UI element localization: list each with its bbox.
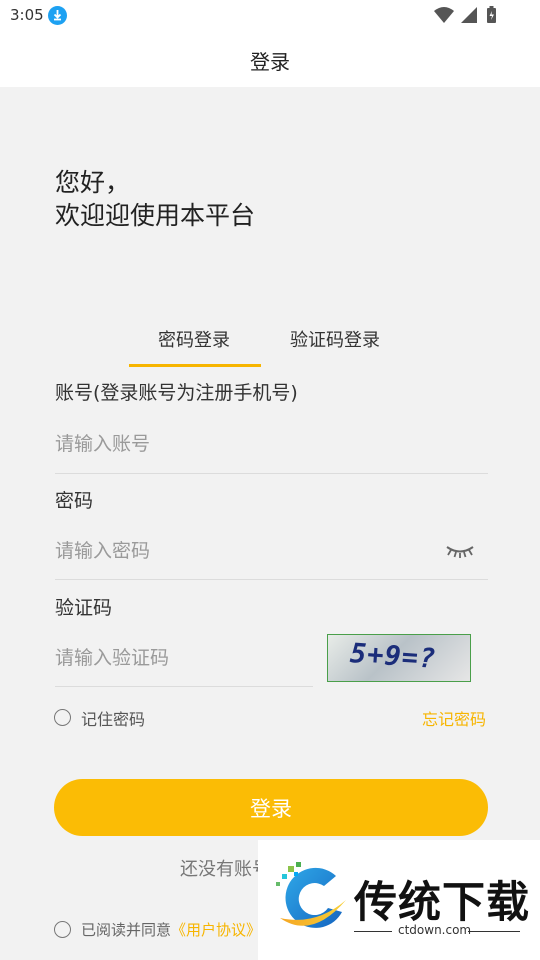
password-input[interactable] xyxy=(55,536,425,566)
remember-password-label[interactable]: 记住密码 xyxy=(81,706,145,730)
battery-icon xyxy=(487,6,496,23)
forgot-password-link[interactable]: 忘记密码 xyxy=(422,706,486,730)
status-time: 3:05 xyxy=(10,6,44,24)
signal-icon xyxy=(461,7,477,23)
remember-password-radio[interactable] xyxy=(54,709,71,726)
download-icon xyxy=(48,6,67,25)
watermark-line-left xyxy=(354,931,392,932)
captcha-label: 验证码 xyxy=(55,597,113,619)
agree-text: 已阅读并同意《用户协议》 xyxy=(81,919,261,940)
title-bar: 登录 xyxy=(0,30,540,87)
tab-sms-login[interactable]: 验证码登录 xyxy=(290,326,380,352)
eye-closed-icon[interactable] xyxy=(445,543,475,559)
greeting-line-1: 您好， xyxy=(55,168,131,197)
captcha-image[interactable]: 5+9=? xyxy=(327,634,471,682)
login-button[interactable]: 登录 xyxy=(54,779,488,836)
watermark: 传统下载 ctdown.com xyxy=(258,840,540,960)
account-label: 账号(登录账号为注册手机号) xyxy=(55,382,298,404)
status-bar: 3:05 xyxy=(0,0,540,30)
tab-password-login[interactable]: 密码登录 xyxy=(158,326,230,352)
agree-radio[interactable] xyxy=(54,921,71,938)
watermark-brand: 传统下载 xyxy=(354,878,530,928)
captcha-image-text: 5+9=? xyxy=(349,638,438,675)
captcha-input[interactable] xyxy=(55,643,305,673)
page-title: 登录 xyxy=(250,50,290,74)
account-divider xyxy=(55,473,488,474)
watermark-site: ctdown.com xyxy=(398,923,472,937)
captcha-divider xyxy=(55,686,313,687)
password-label: 密码 xyxy=(55,490,94,512)
password-divider xyxy=(55,579,488,580)
watermark-logo xyxy=(276,862,346,928)
active-tab-indicator xyxy=(129,364,261,367)
user-agreement-link[interactable]: 《用户协议》 xyxy=(171,921,261,939)
status-icons xyxy=(434,6,496,23)
watermark-line-right xyxy=(468,931,520,932)
register-prompt[interactable]: 还没有账号 xyxy=(180,855,270,881)
greeting-line-2: 欢迎迎使用本平台 xyxy=(55,201,256,230)
wifi-icon xyxy=(434,7,454,23)
greeting: 您好， 欢迎迎使用本平台 xyxy=(55,166,255,232)
account-input[interactable] xyxy=(55,429,475,459)
agree-prefix: 已阅读并同意 xyxy=(81,921,172,939)
